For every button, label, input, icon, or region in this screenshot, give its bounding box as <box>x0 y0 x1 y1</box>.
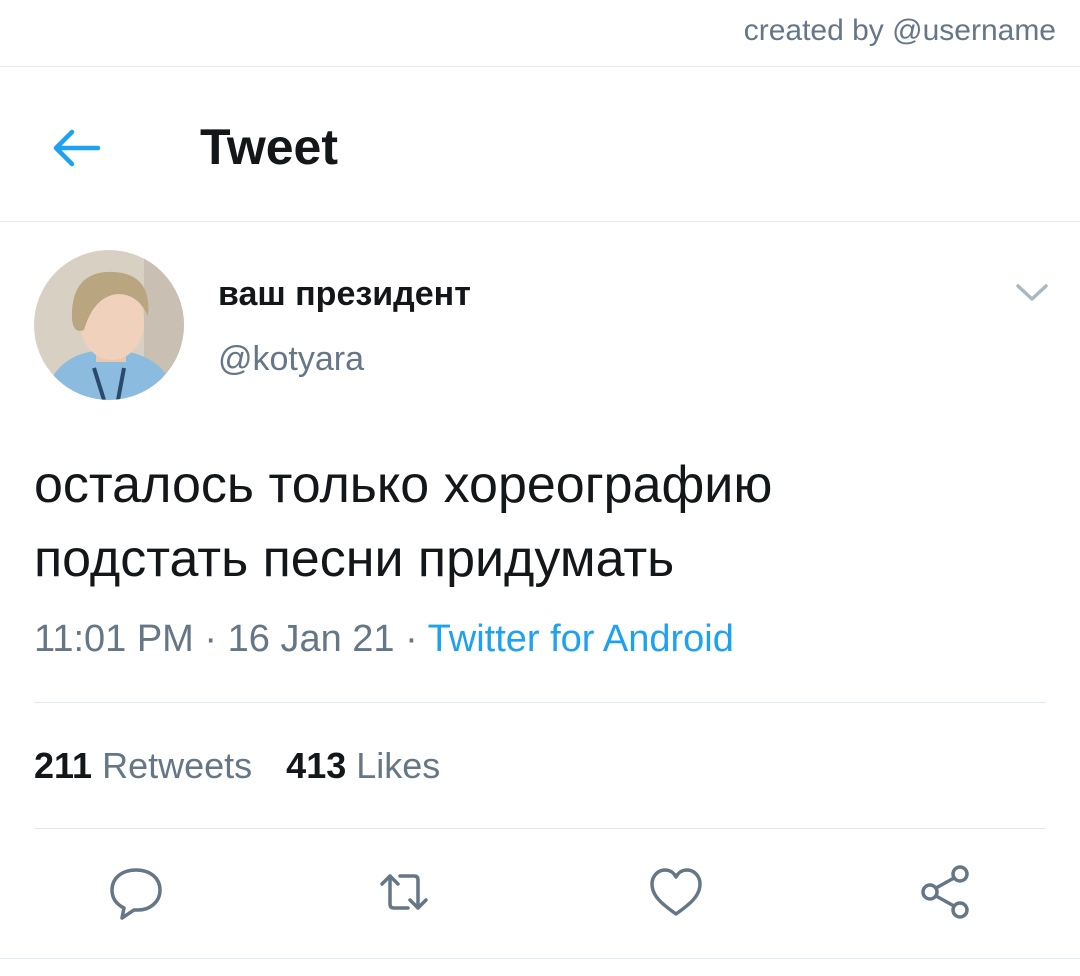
tweet-text-line: осталось только хореографию <box>34 456 773 514</box>
reply-button[interactable] <box>104 860 168 924</box>
reply-icon <box>110 868 162 920</box>
back-button[interactable] <box>46 118 106 178</box>
page-title: Tweet <box>200 119 338 175</box>
retweet-button[interactable] <box>372 860 436 924</box>
credit-text: created by @username <box>743 14 1056 47</box>
back-arrow-icon <box>53 129 101 167</box>
like-button[interactable] <box>644 860 708 924</box>
header-divider <box>0 221 1080 222</box>
tweet-text-line: подстать песни придумать <box>34 530 675 588</box>
retweets-stat[interactable]: 211 Retweets <box>34 745 252 786</box>
likes-label: Likes <box>356 745 441 786</box>
meta-divider <box>34 702 1046 703</box>
retweets-label: Retweets <box>102 745 253 786</box>
tweet-source-link[interactable]: Twitter for Android <box>428 618 734 660</box>
share-icon <box>921 865 969 919</box>
display-name[interactable]: ваш президент <box>218 275 471 314</box>
top-divider <box>0 66 1080 67</box>
tweet-time: 11:01 PM <box>34 618 194 660</box>
tweet-meta: 11:01 PM · 16 Jan 21 · Twitter for Andro… <box>34 618 734 661</box>
likes-count: 413 <box>286 745 347 786</box>
avatar[interactable] <box>34 250 184 400</box>
share-button[interactable] <box>914 860 978 924</box>
retweet-icon <box>380 874 428 910</box>
more-options-button[interactable] <box>1010 276 1054 308</box>
tweet-date: 16 Jan 21 <box>227 618 395 660</box>
retweets-count: 211 <box>34 745 93 786</box>
avatar-image <box>34 250 184 400</box>
meta-separator: · <box>193 618 228 660</box>
like-icon <box>650 868 702 916</box>
meta-separator: · <box>394 618 428 660</box>
tweet-text: осталось только хореографию подстать пес… <box>34 448 1044 596</box>
bottom-divider <box>0 958 1080 959</box>
tweet-stats: 211 Retweets 413 Likes <box>34 745 440 787</box>
chevron-down-icon <box>1016 284 1048 301</box>
user-handle[interactable]: @kotyara <box>218 340 364 379</box>
stats-divider <box>34 828 1046 829</box>
likes-stat[interactable]: 413 Likes <box>286 745 440 786</box>
